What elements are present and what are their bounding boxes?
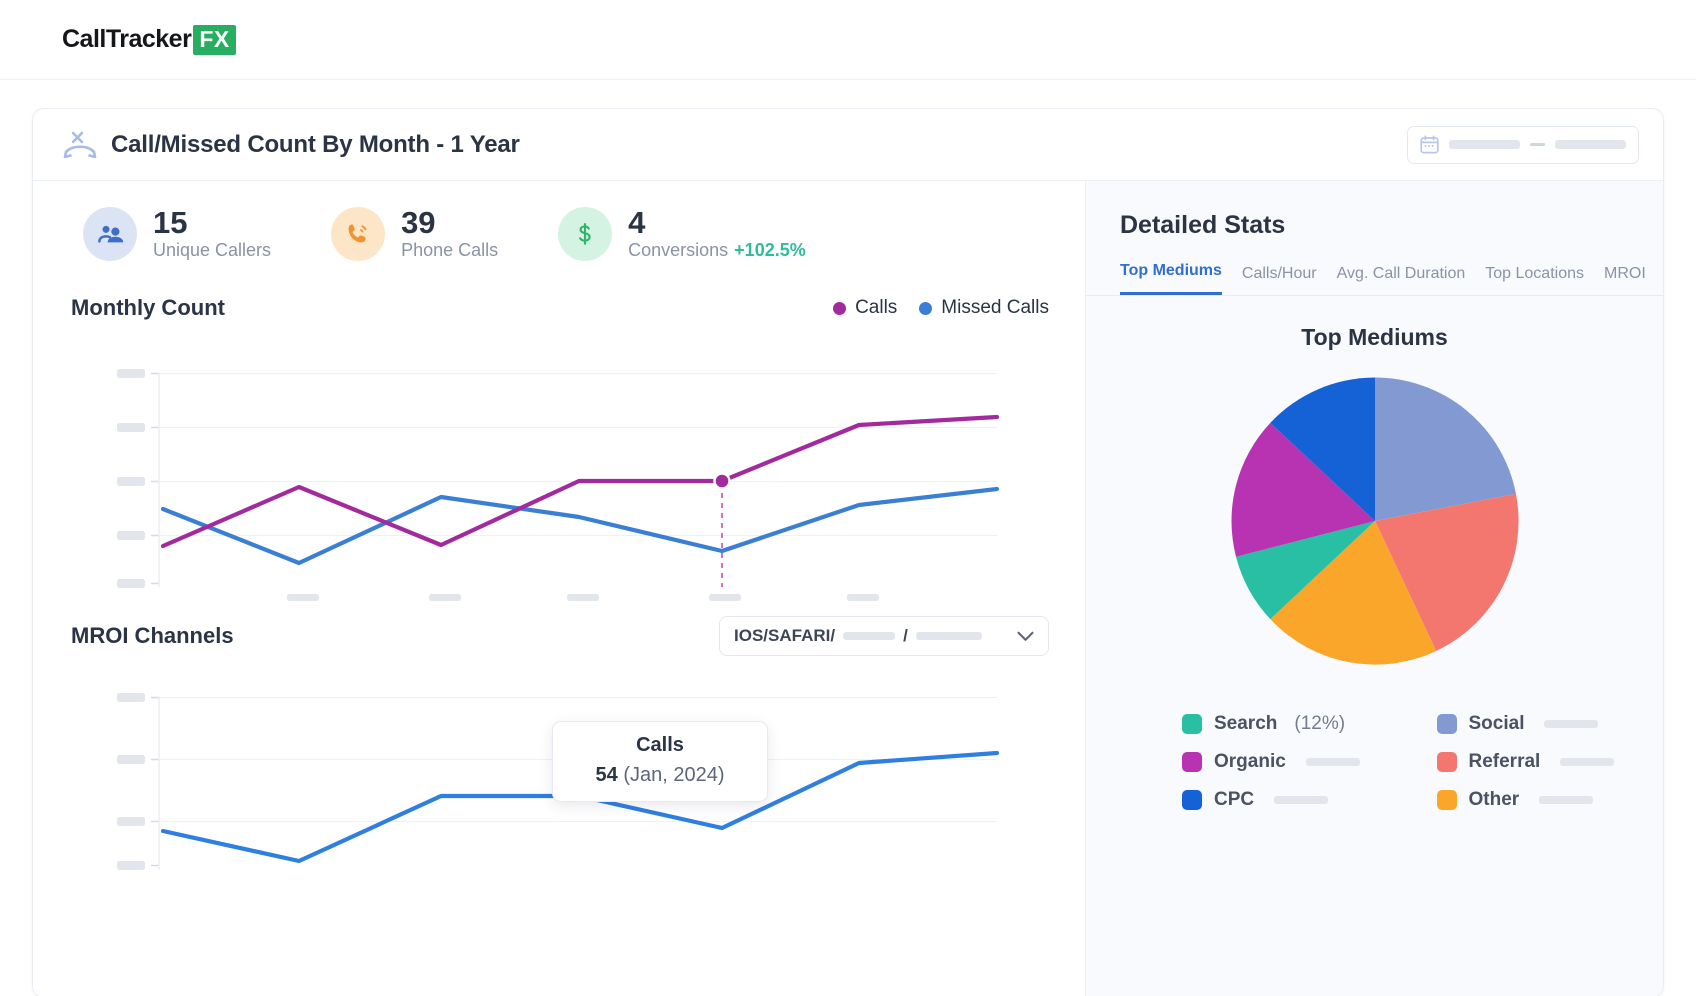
card-header: Call/Missed Count By Month - 1 Year — [33, 109, 1663, 181]
legend-percent-redacted — [1560, 758, 1614, 766]
monthly-count-plot[interactable]: Calls 54 (Jan, 2024) — [59, 331, 1059, 601]
mroi-select-value: IOS/SAFARI/ — [734, 626, 835, 646]
phone-icon — [331, 207, 385, 261]
legend-percent-redacted — [1544, 720, 1598, 728]
stat-label: Unique Callers — [153, 240, 271, 261]
date-separator — [1530, 143, 1545, 146]
legend-item-social[interactable]: Social — [1437, 713, 1664, 735]
date-start-value — [1449, 140, 1520, 149]
chevron-down-icon — [1017, 631, 1034, 642]
legend-percent-redacted — [1539, 796, 1593, 804]
legend-label: Referral — [1469, 751, 1541, 773]
brand-badge: FX — [193, 25, 235, 55]
legend-label: Calls — [855, 297, 897, 319]
stats-row: 15 Unique Callers — [33, 181, 1085, 269]
mroi-channel-select[interactable]: IOS/SAFARI/ / — [719, 616, 1049, 656]
right-column: Detailed Stats Top Mediums Calls/Hour Av… — [1086, 181, 1663, 996]
detailed-stats-title: Detailed Stats — [1086, 181, 1663, 240]
page-title: Call/Missed Count By Month - 1 Year — [111, 131, 520, 159]
stat-phone-calls: 39 Phone Calls — [331, 207, 498, 261]
left-column: 15 Unique Callers — [33, 181, 1086, 996]
stat-conversions: 4 Conversions +102.5% — [558, 207, 806, 261]
users-icon — [83, 207, 137, 261]
monthly-count-chart-block: Monthly Count Calls Missed Calls — [33, 269, 1085, 601]
legend-dot-calls — [833, 302, 846, 315]
stat-value: 39 — [401, 207, 498, 240]
legend-swatch-referral — [1437, 752, 1457, 772]
chart-tooltip: Calls 54 (Jan, 2024) — [552, 721, 768, 802]
stat-label: Conversions +102.5% — [628, 240, 806, 261]
stat-value: 15 — [153, 207, 271, 240]
tab-top-mediums[interactable]: Top Mediums — [1120, 262, 1222, 295]
brand-logo[interactable]: CallTrackerFX — [62, 25, 236, 55]
legend-dot-missed-calls — [919, 302, 932, 315]
pie-legend: Search (12%) Social Organic — [1086, 677, 1663, 811]
top-bar: CallTrackerFX — [0, 0, 1696, 80]
legend-swatch-cpc — [1182, 790, 1202, 810]
legend-percent-redacted — [1306, 758, 1360, 766]
dashboard-card: Call/Missed Count By Month - 1 Year — [32, 108, 1664, 996]
monthly-count-legend: Calls Missed Calls — [833, 297, 1049, 319]
mroi-select-value-redacted-1 — [843, 632, 895, 640]
brand-name: CallTracker — [62, 25, 191, 54]
tab-mroi[interactable]: MROI — [1604, 265, 1646, 295]
stat-value: 4 — [628, 207, 806, 240]
tab-top-locations[interactable]: Top Locations — [1485, 265, 1584, 295]
legend-label: Social — [1469, 713, 1525, 735]
tab-avg-call-duration[interactable]: Avg. Call Duration — [1337, 265, 1466, 295]
legend-label: Missed Calls — [941, 297, 1049, 319]
tooltip-period: (Jan, 2024) — [623, 764, 724, 786]
legend-item-referral[interactable]: Referral — [1437, 751, 1664, 773]
legend-percent: (12%) — [1294, 713, 1345, 735]
stat-label-text: Conversions — [628, 240, 728, 260]
mroi-select-separator: / — [903, 626, 908, 646]
card-columns: 15 Unique Callers — [33, 181, 1663, 996]
legend-label: Organic — [1214, 751, 1286, 773]
date-range-picker[interactable] — [1407, 126, 1639, 164]
legend-swatch-organic — [1182, 752, 1202, 772]
calendar-icon — [1420, 135, 1439, 154]
legend-swatch-search — [1182, 714, 1202, 734]
legend-item-cpc[interactable]: CPC — [1182, 789, 1409, 811]
pie-chart-title: Top Mediums — [1086, 296, 1663, 351]
stat-unique-callers: 15 Unique Callers — [83, 207, 271, 261]
tooltip-series-name: Calls — [553, 734, 767, 757]
missed-call-icon — [63, 130, 97, 160]
mroi-title: MROI Channels — [71, 623, 234, 649]
detailed-stats-tabs: Top Mediums Calls/Hour Avg. Call Duratio… — [1086, 240, 1663, 296]
tab-calls-hour[interactable]: Calls/Hour — [1242, 265, 1317, 295]
legend-item-calls[interactable]: Calls — [833, 297, 897, 319]
legend-percent-redacted — [1274, 796, 1328, 804]
mroi-select-value-redacted-2 — [916, 632, 982, 640]
legend-label: CPC — [1214, 789, 1254, 811]
monthly-count-title: Monthly Count — [71, 295, 225, 321]
tooltip-value: 54 — [596, 764, 618, 786]
legend-label: Search — [1214, 713, 1277, 735]
page-body: Call/Missed Count By Month - 1 Year — [0, 80, 1696, 996]
legend-item-missed-calls[interactable]: Missed Calls — [919, 297, 1049, 319]
legend-swatch-other — [1437, 790, 1457, 810]
tooltip-value-line: 54 (Jan, 2024) — [553, 764, 767, 787]
dollar-icon — [558, 207, 612, 261]
legend-item-organic[interactable]: Organic — [1182, 751, 1409, 773]
legend-item-other[interactable]: Other — [1437, 789, 1664, 811]
stat-delta: +102.5% — [734, 240, 806, 260]
stat-label: Phone Calls — [401, 240, 498, 261]
legend-swatch-social — [1437, 714, 1457, 734]
app-root: CallTrackerFX Call/Missed Count By Month — [0, 0, 1696, 996]
pie-chart[interactable] — [1086, 351, 1663, 677]
date-end-value — [1555, 140, 1626, 149]
legend-item-search[interactable]: Search (12%) — [1182, 713, 1409, 735]
legend-label: Other — [1469, 789, 1520, 811]
